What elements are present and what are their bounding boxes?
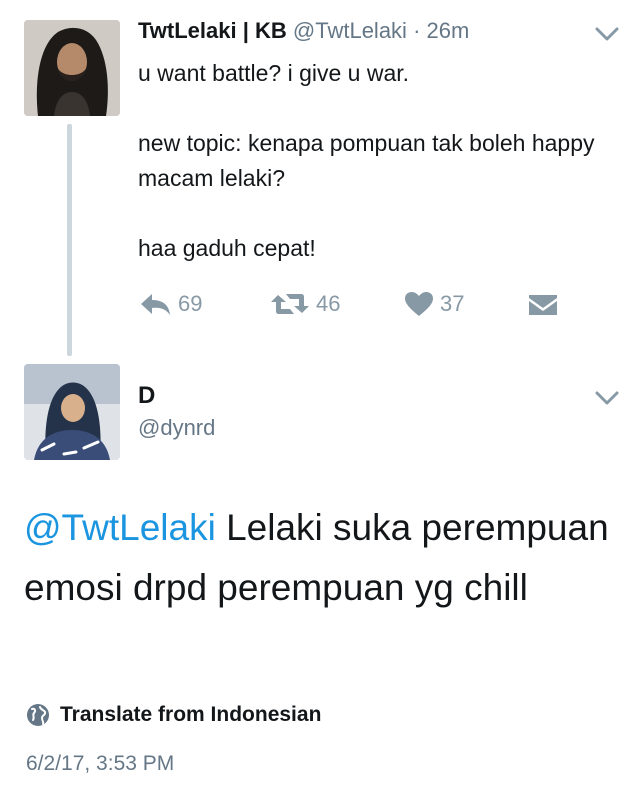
tweet-text-line: new topic: kenapa pompuan tak boleh happ… — [138, 130, 595, 191]
envelope-icon — [529, 295, 557, 315]
tweet-author-handle[interactable]: @TwtLelaki — [293, 18, 407, 43]
reply-options-chevron-down-icon[interactable] — [594, 388, 620, 408]
tweet-author-avatar[interactable] — [24, 20, 120, 116]
reply-text: @TwtLelaki Lelaki suka perempuan emosi d… — [24, 498, 614, 618]
mention-link[interactable]: @TwtLelaki — [24, 507, 216, 548]
tweet-text-line: u want battle? i give u war. — [138, 60, 410, 86]
retweet-icon — [271, 294, 309, 314]
reply-count: 69 — [178, 291, 203, 316]
tweet-author-name[interactable]: TwtLelaki | KB — [138, 18, 287, 43]
retweet-count: 46 — [316, 291, 341, 316]
reply-icon — [141, 294, 170, 315]
tweet-time[interactable]: 26m — [427, 18, 470, 43]
tweet-text-line: haa gaduh cepat! — [138, 235, 316, 261]
globe-icon — [27, 704, 49, 726]
reply-button[interactable]: 69 — [138, 284, 202, 324]
reply-author-avatar[interactable] — [24, 364, 120, 460]
tweet-separator: · — [413, 18, 421, 43]
reply-author-name[interactable]: D — [138, 382, 155, 410]
heart-icon — [405, 292, 433, 316]
translate-button[interactable]: Translate from Indonesian — [26, 703, 321, 727]
tweet-header: TwtLelaki | KB @TwtLelaki · 26m — [138, 18, 469, 44]
tweet-text: u want battle? i give u war. new topic: … — [138, 56, 598, 266]
like-button[interactable]: 37 — [404, 284, 464, 324]
reply-author-handle[interactable]: @dynrd — [138, 415, 215, 441]
retweet-button[interactable]: 46 — [270, 284, 340, 324]
tweet-timestamp[interactable]: 6/2/17, 3:53 PM — [26, 752, 174, 776]
translate-label: Translate from Indonesian — [60, 703, 322, 726]
tweet-options-chevron-down-icon[interactable] — [594, 24, 620, 44]
direct-message-button[interactable] — [528, 284, 558, 324]
thread-connector-line — [67, 124, 72, 356]
like-count: 37 — [440, 291, 465, 316]
